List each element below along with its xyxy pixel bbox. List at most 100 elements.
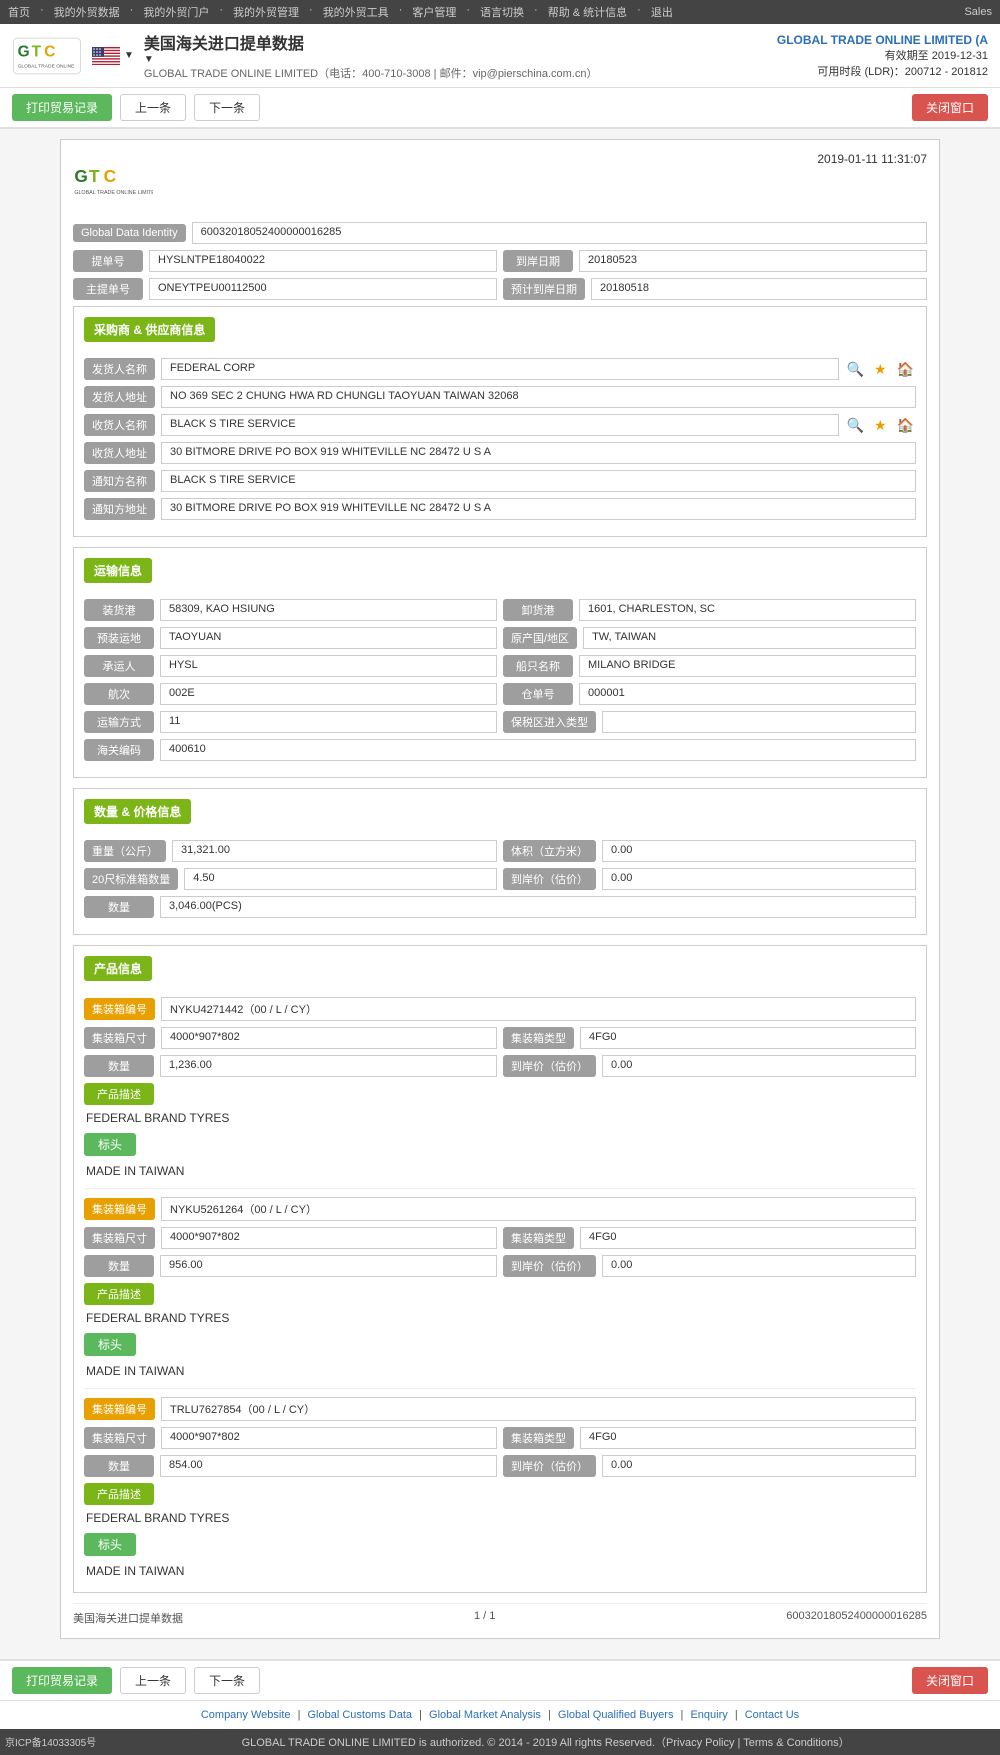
close-button-top[interactable]: 关闭窗口 xyxy=(912,94,988,121)
nav-help[interactable]: 帮助 & 统计信息 xyxy=(548,4,627,20)
gdi-row: Global Data Identity 6003201805240000001… xyxy=(73,222,927,244)
prev-button-bottom[interactable]: 上一条 xyxy=(120,1667,186,1694)
flag-area[interactable]: ▼ xyxy=(92,47,134,65)
main-bill-no-value: ONEYTPEU00112500 xyxy=(149,278,497,300)
bonded-type-label: 保税区进入类型 xyxy=(503,711,596,733)
nav-sep2: · xyxy=(130,4,134,20)
container-no-value-2: TRLU7627854（00 / L / CY） xyxy=(161,1397,916,1421)
container-size-row-1: 集装箱尺寸 4000*907*802 集装箱类型 4FG0 xyxy=(84,1227,916,1249)
products-section: 产品信息 集装箱编号 NYKU4271442（00 / L / CY） 集装箱尺… xyxy=(73,945,927,1593)
arrival-date-label: 到岸日期 xyxy=(503,250,573,272)
footer-market-analysis[interactable]: Global Market Analysis xyxy=(429,1709,541,1721)
container-type-value-2: 4FG0 xyxy=(580,1427,916,1449)
product-qty-pair-1: 数量 956.00 xyxy=(84,1255,497,1277)
next-button-top[interactable]: 下一条 xyxy=(194,94,260,121)
nav-portal[interactable]: 我的外贸门户 xyxy=(143,4,209,20)
carrier-pair: 承运人 HYSL xyxy=(84,655,497,677)
ldr-info: 可用时段 (LDR)：200712 - 201812 xyxy=(777,63,988,79)
qp-row-0: 重量（公斤） 31,321.00 体积（立方米） 0.00 xyxy=(84,840,916,862)
container-size-label-0: 集装箱尺寸 xyxy=(84,1027,155,1049)
home-icon[interactable]: 🏠 xyxy=(895,361,916,378)
transport-header-row: 运输信息 xyxy=(84,558,916,591)
receiver-addr-label: 收货人地址 xyxy=(84,442,155,464)
notify-name-label: 通知方名称 xyxy=(84,470,155,492)
quantity-price-title: 数量 & 价格信息 xyxy=(84,799,191,824)
print-button-bottom[interactable]: 打印贸易记录 xyxy=(12,1667,112,1694)
close-button-bottom[interactable]: 关闭窗口 xyxy=(912,1667,988,1694)
receiver-addr-value: 30 BITMORE DRIVE PO BOX 919 WHITEVILLE N… xyxy=(161,442,916,464)
doc-footer: 美国海关进口提单数据 1 / 1 60032018052400000016285 xyxy=(73,1603,927,1626)
flag-dropdown-icon[interactable]: ▼ xyxy=(124,50,134,61)
nav-mydata[interactable]: 我的外贸数据 xyxy=(54,4,120,20)
voyage-value: 002E xyxy=(160,683,497,705)
footer-sep-2: | xyxy=(548,1709,554,1721)
footer-enquiry[interactable]: Enquiry xyxy=(690,1709,727,1721)
discharge-port-pair: 卸货港 1601, CHARLESTON, SC xyxy=(503,599,916,621)
product-mark-0: MADE IN TAIWAN xyxy=(84,1164,916,1178)
product-price-label-2: 到岸价（估价） xyxy=(503,1455,596,1477)
transport-row-3: 航次 002E 仓单号 000001 xyxy=(84,683,916,705)
nav-sep3: · xyxy=(219,4,223,20)
print-button-top[interactable]: 打印贸易记录 xyxy=(12,94,112,121)
product-qty-label-2: 数量 xyxy=(84,1455,154,1477)
footer-sep-0: | xyxy=(298,1709,304,1721)
voyage-pair: 航次 002E xyxy=(84,683,497,705)
biaotou-button-1[interactable]: 标头 xyxy=(84,1333,136,1356)
nav-manage[interactable]: 我的外贸管理 xyxy=(233,4,299,20)
next-button-bottom[interactable]: 下一条 xyxy=(194,1667,260,1694)
product-price-label-1: 到岸价（估价） xyxy=(503,1255,596,1277)
page-title-dropdown-icon[interactable]: ▼ xyxy=(144,54,598,65)
search-icon-2[interactable]: 🔍 xyxy=(845,417,866,434)
discharge-port-label: 卸货港 xyxy=(503,599,573,621)
page-title: 美国海关进口提单数据 xyxy=(144,30,598,54)
container-type-pair-0: 集装箱类型 4FG0 xyxy=(503,1027,916,1049)
pre-load-label: 预装运地 xyxy=(84,627,154,649)
notify-name-value: BLACK S TIRE SERVICE xyxy=(161,470,916,492)
nav-home[interactable]: 首页 xyxy=(8,4,30,20)
container-size-label-1: 集装箱尺寸 xyxy=(84,1227,155,1249)
container-size-pair-0: 集装箱尺寸 4000*907*802 xyxy=(84,1027,497,1049)
products-header-row: 产品信息 xyxy=(84,956,916,989)
product-price-pair-2: 到岸价（估价） 0.00 xyxy=(503,1455,916,1477)
biaotou-button-2[interactable]: 标头 xyxy=(84,1533,136,1556)
search-icon[interactable]: 🔍 xyxy=(845,361,866,378)
home-icon-2[interactable]: 🏠 xyxy=(895,417,916,434)
pre-load-pair: 预装运地 TAOYUAN xyxy=(84,627,497,649)
footer-qualified-buyers[interactable]: Global Qualified Buyers xyxy=(558,1709,674,1721)
nav-language[interactable]: 语言切换 xyxy=(480,4,524,20)
buyer-supplier-title: 采购商 & 供应商信息 xyxy=(84,317,215,342)
warehouse-no-pair: 仓单号 000001 xyxy=(503,683,916,705)
product-desc-label-0: 产品描述 xyxy=(84,1083,154,1105)
nav-logout[interactable]: 退出 xyxy=(651,4,673,20)
product-qty-label-0: 数量 xyxy=(84,1055,154,1077)
biaotou-button-0[interactable]: 标头 xyxy=(84,1133,136,1156)
bottom-toolbar: 打印贸易记录 上一条 下一条 关闭窗口 xyxy=(0,1659,1000,1700)
footer-customs-data[interactable]: Global Customs Data xyxy=(308,1709,413,1721)
transport-mode-pair: 运输方式 11 xyxy=(84,711,497,733)
nav-customers[interactable]: 客户管理 xyxy=(412,4,456,20)
footer-contact[interactable]: Contact Us xyxy=(745,1709,799,1721)
bill-row: 提单号 HYSLNTPE18040022 到岸日期 20180523 xyxy=(73,250,927,272)
prev-button-top[interactable]: 上一条 xyxy=(120,94,186,121)
container-size-row-0: 集装箱尺寸 4000*907*802 集装箱类型 4FG0 xyxy=(84,1027,916,1049)
copyright-text: GLOBAL TRADE ONLINE LIMITED is authorize… xyxy=(242,1737,850,1749)
transport-mode-value: 11 xyxy=(160,711,497,733)
notify-addr-value: 30 BITMORE DRIVE PO BOX 919 WHITEVILLE N… xyxy=(161,498,916,520)
container-no-row-0: 集装箱编号 NYKU4271442（00 / L / CY） xyxy=(84,997,916,1021)
footer-company-website[interactable]: Company Website xyxy=(201,1709,291,1721)
customs-code-value: 400610 xyxy=(160,739,916,761)
discharge-port-value: 1601, CHARLESTON, SC xyxy=(579,599,916,621)
product-price-value-2: 0.00 xyxy=(602,1455,916,1477)
doc-gtc-logo: G T C GLOBAL TRADE ONLINE LIMITED xyxy=(73,152,153,212)
nav-sep4: · xyxy=(309,4,313,20)
est-arrival-value: 20180518 xyxy=(591,278,927,300)
container-size-pair-1: 集装箱尺寸 4000*907*802 xyxy=(84,1227,497,1249)
star-icon[interactable]: ★ xyxy=(872,361,889,378)
star-icon-2[interactable]: ★ xyxy=(872,417,889,434)
container-no-label-1: 集装箱编号 xyxy=(84,1198,155,1220)
product-qty-value-2: 854.00 xyxy=(160,1455,497,1477)
cif-value: 0.00 xyxy=(602,868,916,890)
nav-tools[interactable]: 我的外贸工具 xyxy=(323,4,389,20)
vessel-value: MILANO BRIDGE xyxy=(579,655,916,677)
qty-value: 3,046.00(PCS) xyxy=(160,896,916,918)
